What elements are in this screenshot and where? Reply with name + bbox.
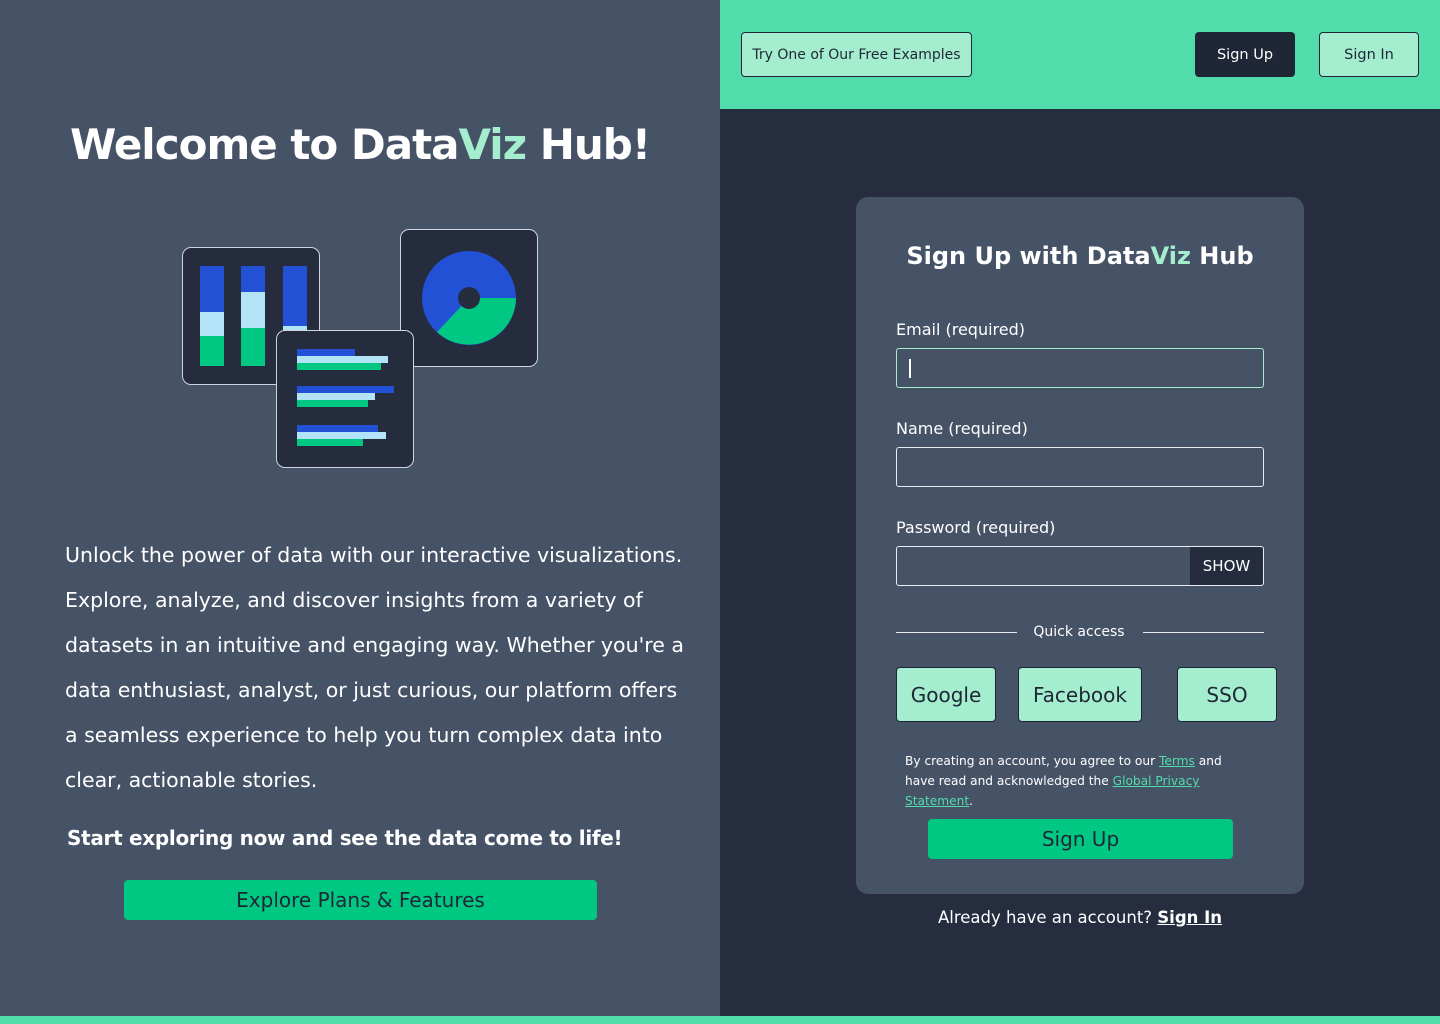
terms-suffix: . bbox=[969, 794, 974, 808]
google-button[interactable]: Google bbox=[896, 667, 996, 722]
form-title-suffix: Hub bbox=[1190, 242, 1254, 270]
sso-button[interactable]: SSO bbox=[1177, 667, 1277, 722]
form-title: Sign Up with DataViz Hub bbox=[856, 242, 1304, 270]
free-examples-button[interactable]: Try One of Our Free Examples bbox=[741, 32, 972, 77]
password-label: Password (required) bbox=[896, 518, 1056, 537]
signin-prompt-text: Already have an account? bbox=[937, 908, 1158, 927]
terms-notice: By creating an account, you agree to our… bbox=[905, 751, 1250, 811]
show-password-button[interactable]: SHOW bbox=[1190, 547, 1263, 585]
charts-illustration bbox=[180, 228, 540, 470]
signin-prompt: Already have an account? Sign In bbox=[856, 908, 1304, 927]
form-title-prefix: Sign Up with Data bbox=[906, 242, 1151, 270]
bottom-accent-strip bbox=[0, 1016, 1440, 1024]
password-field[interactable]: SHOW bbox=[896, 546, 1264, 586]
hero-title: Welcome to DataViz Hub! bbox=[0, 120, 720, 169]
terms-link[interactable]: Terms bbox=[1159, 754, 1195, 768]
hero-title-accent: Viz bbox=[458, 120, 528, 169]
email-field[interactable] bbox=[896, 348, 1264, 388]
facebook-button[interactable]: Facebook bbox=[1018, 667, 1142, 722]
divider-left bbox=[896, 632, 1017, 633]
divider-right bbox=[1143, 632, 1264, 633]
explore-plans-button[interactable]: Explore Plans & Features bbox=[124, 880, 597, 920]
horizontal-bar-chart-icon bbox=[276, 330, 414, 468]
intro-paragraph: Unlock the power of data with our intera… bbox=[65, 543, 684, 792]
name-label: Name (required) bbox=[896, 419, 1028, 438]
signup-submit-button[interactable]: Sign Up bbox=[928, 819, 1233, 859]
signin-top-button[interactable]: Sign In bbox=[1319, 32, 1419, 77]
signin-link[interactable]: Sign In bbox=[1157, 908, 1222, 927]
email-label: Email (required) bbox=[896, 320, 1025, 339]
terms-prefix: By creating an account, you agree to our bbox=[905, 754, 1159, 768]
cta-tagline: Start exploring now and see the data com… bbox=[67, 826, 623, 850]
donut-chart-icon bbox=[400, 229, 538, 367]
form-title-accent: Viz bbox=[1150, 242, 1191, 270]
quick-access-label: Quick access bbox=[1033, 624, 1125, 640]
text-caret bbox=[909, 359, 911, 378]
hero-title-suffix: Hub! bbox=[526, 120, 651, 169]
name-field[interactable] bbox=[896, 447, 1264, 487]
signup-top-button[interactable]: Sign Up bbox=[1195, 32, 1295, 77]
hero-title-prefix: Welcome to Data bbox=[69, 120, 460, 169]
